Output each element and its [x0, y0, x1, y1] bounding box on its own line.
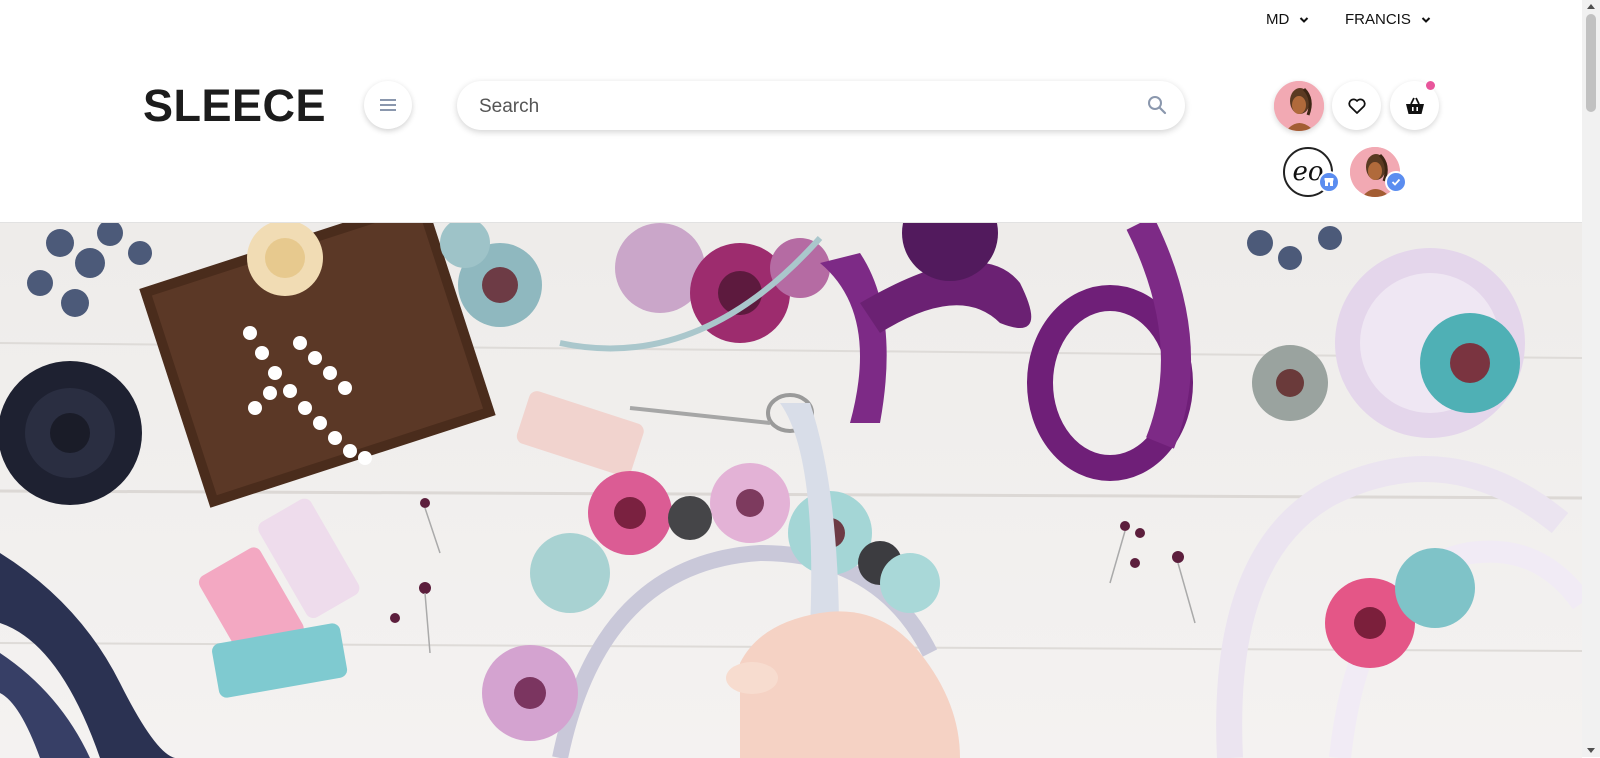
user-dropdown[interactable]: FRANCIS	[1345, 11, 1431, 28]
top-bar: MD FRANCIS	[0, 0, 1582, 40]
scroll-thumb[interactable]	[1586, 14, 1596, 112]
currency-label: MD	[1266, 11, 1290, 28]
menu-button[interactable]	[364, 81, 412, 129]
scroll-down-arrow-icon[interactable]	[1587, 748, 1595, 753]
avatar-image	[1274, 81, 1324, 131]
check-icon	[1391, 178, 1401, 186]
currency-dropdown[interactable]: MD	[1266, 11, 1309, 28]
page-scrollbar[interactable]	[1582, 0, 1600, 757]
user-name-label: FRANCIS	[1345, 11, 1411, 28]
profile-avatar[interactable]	[1274, 81, 1324, 131]
basket-icon	[1405, 97, 1424, 114]
scroll-up-arrow-icon[interactable]	[1587, 4, 1595, 9]
search-input[interactable]	[477, 81, 1121, 132]
hamburger-icon	[380, 99, 396, 111]
heart-icon	[1347, 97, 1366, 114]
hero-banner	[0, 222, 1582, 758]
chevron-down-icon	[1421, 16, 1431, 23]
wishlist-button[interactable]	[1332, 81, 1381, 130]
store-badge	[1318, 171, 1340, 193]
store-icon	[1324, 178, 1334, 186]
search-bar	[457, 81, 1185, 132]
cart-notification-dot	[1426, 81, 1435, 90]
verified-badge	[1385, 171, 1407, 193]
hero-image	[0, 223, 1582, 758]
search-icon[interactable]	[1147, 95, 1167, 115]
chevron-down-icon	[1300, 16, 1309, 23]
site-logo[interactable]: SLEECE	[143, 80, 326, 132]
